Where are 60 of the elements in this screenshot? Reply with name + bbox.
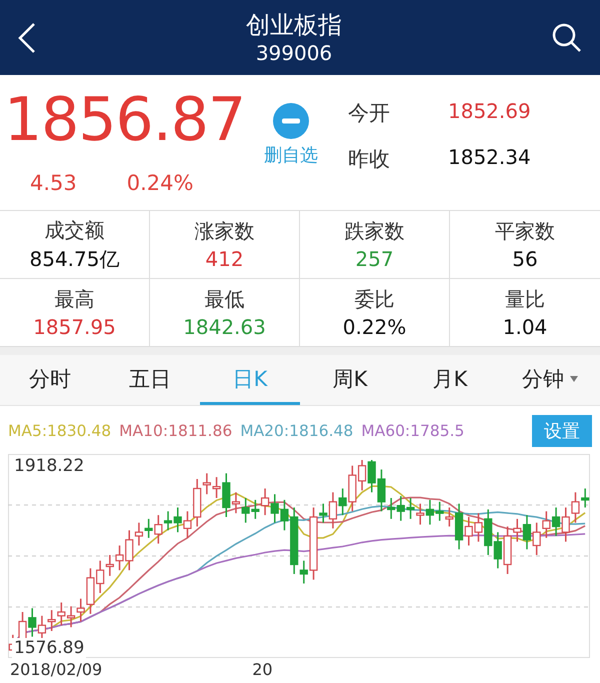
candlestick [48,610,56,631]
stat-value: 1852.34 [448,145,531,171]
metric-label: 平家数 [495,218,555,245]
period-tab[interactable]: 分时 [0,355,100,405]
stat-label: 今开 [348,100,391,127]
stat-value: 1852.69 [448,99,531,125]
candlestick [260,488,270,516]
index-code: 399006 [256,40,332,66]
moving-average-label: MA10:1811.86 [119,422,232,440]
candlestick [396,496,405,521]
metric-value: 1.04 [502,315,548,339]
metric-label: 涨家数 [194,218,254,245]
candlestick [426,500,434,525]
metric-value: 1857.95 [33,315,116,339]
candlestick [368,460,376,492]
candlestick [494,532,502,568]
index-title: 创业板指 [246,10,342,40]
metric-value: 854.75亿 [30,246,120,272]
candlestick [251,500,260,519]
candlestick [406,498,415,519]
metric-value: 56 [512,247,538,271]
candlestick [542,511,550,538]
candlestick [532,522,541,555]
metric-value: 1842.63 [183,315,266,339]
metric-value: 257 [355,247,394,271]
period-tab[interactable]: 周K [300,355,400,405]
moving-average-label: MA5:1830.48 [8,422,112,440]
metric-label: 跌家数 [344,218,404,245]
candlestick [270,494,279,523]
period-tab[interactable]: 月K [400,355,500,405]
metric-label: 最低 [204,286,244,313]
metric-label: 委比 [354,286,394,313]
candlestick [28,608,36,637]
metric-label: 量比 [505,286,545,313]
back-icon[interactable] [18,22,36,54]
moving-average-label: MA60:1785.5 [361,422,464,440]
candlestick [562,508,570,542]
remove-icon[interactable] [273,103,309,139]
price-change: 4.53 [30,171,77,195]
date-label: 2018/02/09 [10,660,102,679]
axis-min-label: 1576.89 [12,638,86,658]
percent-change: 0.24% [126,171,194,195]
candlestick [174,508,182,532]
candlestick [57,602,66,626]
candlestick [66,606,76,628]
metric-label: 成交额 [44,216,104,244]
metric-value: 0.22% [342,315,406,339]
period-tab[interactable]: 分钟 [500,355,600,405]
date-label: 20 [252,660,273,679]
current-price: 1856.87 [4,85,246,155]
candlestick [436,502,444,521]
stat-label: 昨收 [348,146,391,173]
metric-value: 412 [205,247,244,271]
candlestick [552,508,560,536]
period-tab[interactable]: 五日 [100,355,200,405]
search-icon[interactable] [552,22,582,52]
candlestick [242,498,250,523]
moving-average-label: MA20:1816.48 [240,422,354,440]
metric-label: 最高 [54,286,94,313]
candlestick [416,504,424,525]
